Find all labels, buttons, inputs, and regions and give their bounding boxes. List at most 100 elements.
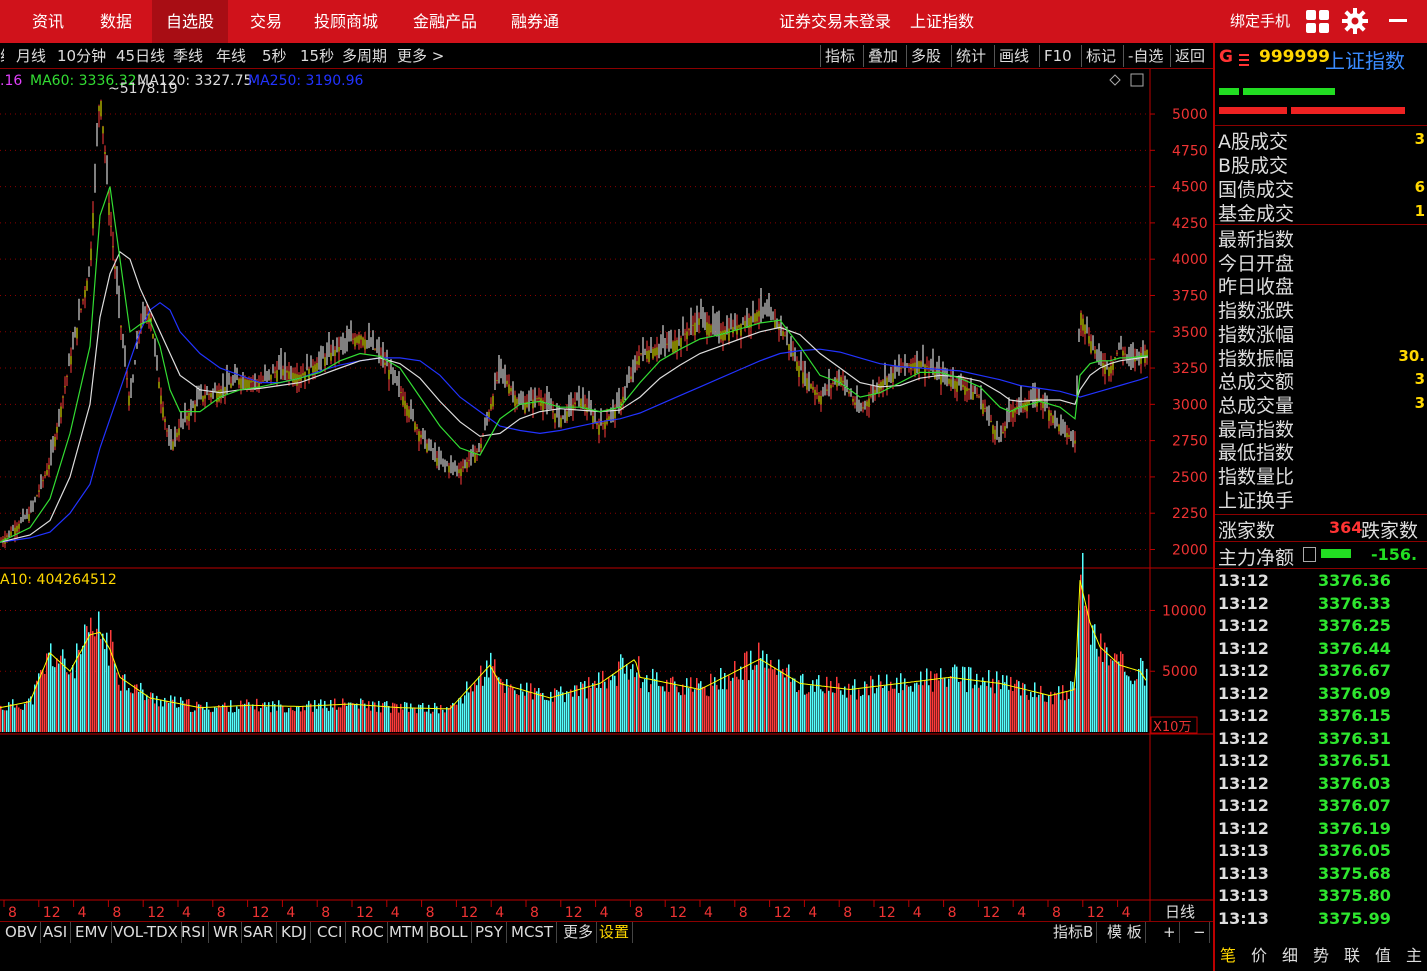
indicator-right-0[interactable]: 指标B (1050, 922, 1098, 943)
volume-bar (382, 703, 384, 732)
period-1[interactable]: 10分钟 (57, 43, 106, 69)
period-8[interactable]: 更多 > (397, 43, 444, 69)
candle-body (46, 470, 48, 475)
breadth-bar-green (1219, 88, 1239, 95)
volume-bar (934, 673, 936, 732)
indicator-right-3[interactable]: − (1190, 922, 1210, 943)
volume-bar (804, 694, 806, 732)
nav-item-2[interactable]: 自选股 (152, 0, 229, 43)
volume-bar (200, 704, 202, 732)
volume-bar (698, 683, 700, 732)
panel-tab-1[interactable]: 价 (1244, 943, 1274, 969)
period-7[interactable]: 多周期 (342, 43, 387, 69)
nav-item-3[interactable]: 交易 (236, 0, 296, 43)
volume-bar (32, 704, 34, 732)
volume-bar (344, 702, 346, 732)
indicator-tab-0[interactable]: OBV (2, 922, 41, 943)
volume-bar (604, 681, 606, 732)
candle-body (560, 417, 562, 427)
volume-bar (52, 666, 54, 732)
tool-8[interactable]: 返回 (1170, 45, 1209, 67)
tool-0[interactable]: 指标 (820, 45, 859, 67)
volume-bar (900, 673, 902, 732)
x-tick-label: 8 (1052, 905, 1061, 921)
indicator-tab-6[interactable]: SAR (240, 922, 278, 943)
list-icon[interactable] (1303, 547, 1316, 562)
indicator-tab-9[interactable]: ROC (348, 922, 388, 943)
volume-bar (364, 703, 366, 732)
panel-tab-5[interactable]: 值 (1368, 943, 1398, 969)
tool-6[interactable]: 标记 (1081, 45, 1120, 67)
volume-bar (28, 698, 30, 732)
volume-bar (938, 680, 940, 732)
bind-phone-button[interactable]: 绑定手机 (1216, 0, 1304, 43)
volume-bar (528, 691, 530, 732)
nav-item-5[interactable]: 金融产品 (399, 0, 491, 43)
candle-body (802, 372, 804, 384)
candle-body (744, 320, 746, 328)
indicator-tab-7[interactable]: KDJ (278, 922, 311, 943)
indicator-tab-8[interactable]: CCI (314, 922, 347, 943)
volume-bar (258, 711, 260, 732)
tool-2[interactable]: 多股 (906, 45, 945, 67)
period-2[interactable]: 45日线 (116, 43, 165, 69)
menu-icon[interactable] (1239, 50, 1249, 66)
indicator-tab-12[interactable]: PSY (472, 922, 507, 943)
kline-chart[interactable]: 5000 4750 4500 4250 4000 3750 3500 3250 3000 2750… (0, 69, 1213, 931)
tool-4[interactable]: 画线 (994, 45, 1033, 67)
volume-bar (56, 658, 58, 732)
period-3[interactable]: 季线 (173, 43, 203, 69)
panel-tab-2[interactable]: 细 (1275, 943, 1305, 969)
indicator-tab-4[interactable]: RSI (178, 922, 210, 943)
indicator-tab-11[interactable]: BOLL (426, 922, 472, 943)
period-6[interactable]: 15秒 (300, 43, 334, 69)
indicator-tab-10[interactable]: MTM (386, 922, 429, 943)
tool-5[interactable]: F10 (1039, 45, 1076, 67)
period-0[interactable]: 月线 (16, 43, 46, 69)
volume-bar (834, 692, 836, 732)
indicator-tab-5[interactable]: WR (210, 922, 243, 943)
volume-bar (924, 680, 926, 732)
volume-bar (154, 703, 156, 732)
nav-item-0[interactable]: 资讯 (18, 0, 78, 43)
volume-bar (1104, 642, 1106, 732)
indicator-tab-14[interactable]: 更多 (560, 922, 598, 943)
panel-tab-3[interactable]: 势 (1306, 943, 1336, 969)
panel-tab-0[interactable]: 笔 (1213, 943, 1243, 969)
indicator-tab-1[interactable]: ASI (40, 922, 72, 943)
indicator-right-1[interactable]: 模 板 (1104, 922, 1146, 943)
candle-body (972, 391, 974, 400)
login-status[interactable]: 证券交易未登录 (765, 0, 905, 43)
volume-bar (916, 682, 918, 732)
volume-bar (1060, 699, 1062, 732)
candle-body (798, 365, 800, 378)
indicator-tab-2[interactable]: EMV (72, 922, 112, 943)
period-4[interactable]: 年线 (216, 43, 246, 69)
toolbar-partial-item[interactable]: 线 (0, 43, 4, 69)
nav-item-1[interactable]: 数据 (86, 0, 146, 43)
gear-icon[interactable] (1342, 8, 1368, 34)
candle-body (70, 356, 72, 365)
minimize-icon[interactable] (1389, 19, 1407, 22)
volume-bar (1026, 694, 1028, 732)
tool-3[interactable]: 统计 (951, 45, 990, 67)
indicator-tab-13[interactable]: MCST (508, 922, 558, 943)
period-5[interactable]: 5秒 (262, 43, 287, 69)
volume-bar (1056, 693, 1058, 732)
nav-item-4[interactable]: 投顾商城 (300, 0, 392, 43)
indicator-right-2[interactable]: + (1160, 922, 1180, 943)
indicator-tab-15[interactable]: 设置 (596, 922, 634, 943)
volume-bar (1074, 688, 1076, 732)
nav-item-6[interactable]: 融券通 (497, 0, 573, 43)
tool-7[interactable]: -自选 (1123, 45, 1167, 67)
panel-tab-6[interactable]: 主 (1399, 943, 1427, 969)
stat-a-label-0: A股成交 (1218, 131, 1288, 153)
indicator-tab-3[interactable]: VOL-TDX (110, 922, 182, 943)
tool-1[interactable]: 叠加 (863, 45, 902, 67)
volume-bar (894, 688, 896, 732)
grid-icon[interactable] (1306, 10, 1329, 33)
volume-bar (322, 708, 324, 732)
index-name-link[interactable]: 上证指数 (896, 0, 988, 43)
panel-tab-4[interactable]: 联 (1337, 943, 1367, 969)
candle-body (56, 426, 58, 433)
